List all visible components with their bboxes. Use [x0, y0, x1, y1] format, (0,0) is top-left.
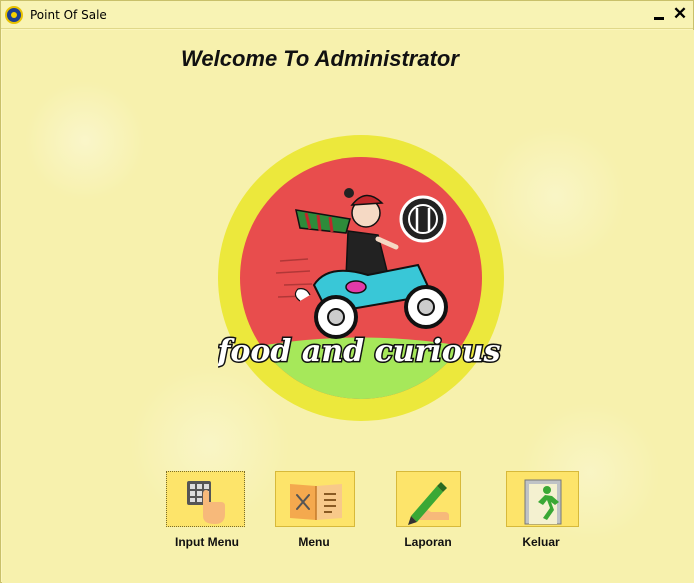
brand-logo-graphic: food and curious [214, 135, 504, 421]
minimize-button[interactable] [649, 4, 669, 24]
exit-door-icon [524, 479, 562, 525]
input-menu-button[interactable] [166, 471, 245, 527]
main-content: Welcome To Administrator food and curiou… [2, 30, 694, 583]
menu-button[interactable] [275, 471, 355, 527]
input-menu-label: Input Menu [175, 535, 239, 549]
close-button[interactable]: ✕ [670, 4, 690, 24]
window-title: Point Of Sale [30, 8, 107, 22]
app-window: Point Of Sale ✕ Welcome To Administrator [0, 0, 694, 583]
keluar-label: Keluar [522, 535, 560, 549]
welcome-heading: Welcome To Administrator [181, 46, 459, 71]
laporan-label: Laporan [404, 535, 452, 549]
title-bar[interactable]: Point Of Sale ✕ [1, 1, 693, 29]
keluar-button[interactable] [506, 471, 579, 527]
brand-logo: food and curious [214, 135, 504, 421]
report-pen-icon [408, 482, 449, 525]
brand-logo-text: food and curious [218, 334, 501, 369]
laporan-button[interactable] [396, 471, 461, 527]
menu-label: Menu [298, 535, 330, 549]
keypad-touch-icon [187, 481, 225, 524]
food-menu-icon [290, 484, 342, 520]
app-logo-icon [5, 6, 23, 24]
